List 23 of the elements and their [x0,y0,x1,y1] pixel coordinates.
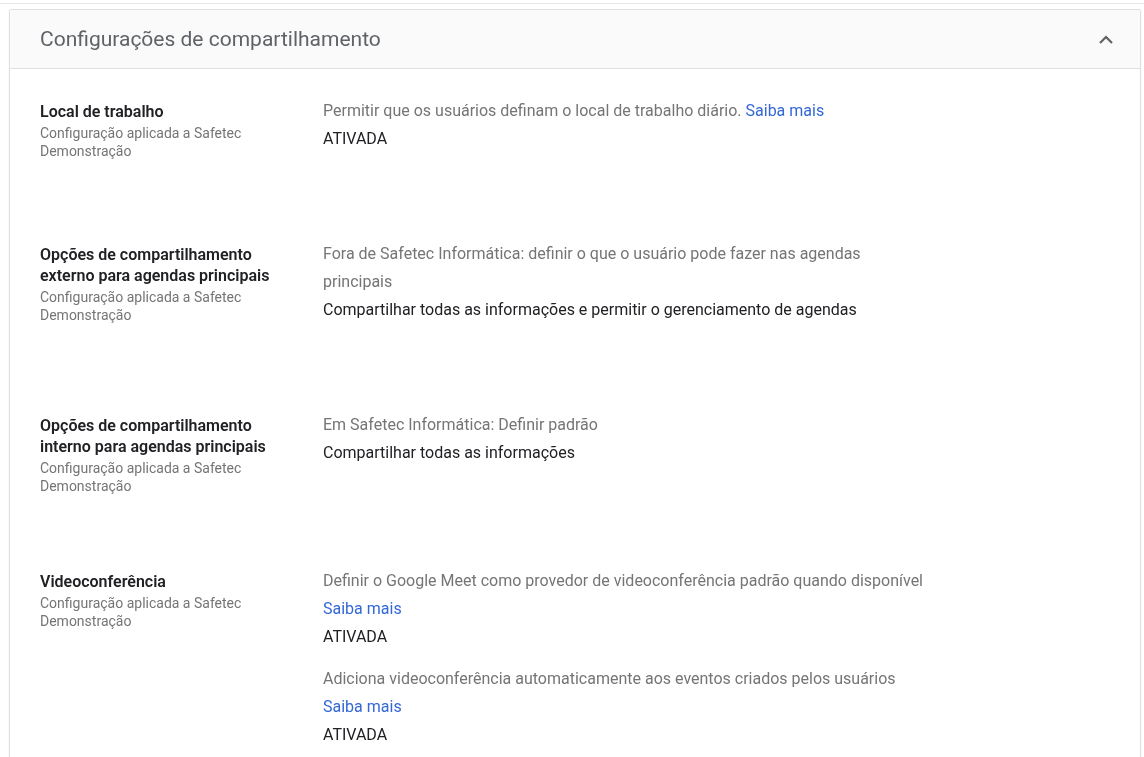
setting-name: Opções de compartilhamento interno para agendas principais [40,415,267,457]
setting-description: Fora de Safetec Informática: definir o que o usuário pode fazer nas agendas principais [323,243,862,293]
setting-value: ATIVADA [323,626,389,648]
setting-description: Adiciona videoconferência automaticamente aos eventos criados pelos usuários Saiba mais [323,668,897,718]
setting-scope: Configuração aplicada a Safetec Demonstração [40,594,243,630]
learn-more-link[interactable]: Saiba mais [323,599,402,618]
setting-scope: Configuração aplicada a Safetec Demonstração [40,288,243,324]
setting-name: Videoconferência [40,571,167,592]
setting-value: ATIVADA [323,128,389,150]
panel-title: Configurações de compartilhamento [40,27,381,51]
setting-name: Local de trabalho [40,101,165,122]
setting-description: Definir o Google Meet como provedor de videoconferência padrão quando disponível Saiba mais [323,570,923,620]
setting-value: ATIVADA [323,724,389,746]
setting-scope: Configuração aplicada a Safetec Demonstração [40,124,243,160]
learn-more-link[interactable]: Saiba mais [323,697,402,716]
caret-icon [1098,34,1114,44]
setting-value: Compartilhar todas as informações e permitir o gerenciamento de agendas [323,299,858,321]
setting-description: Permitir que os usuários definam o local de trabalho diário. Saiba mais [323,100,826,122]
setting-name: Opções de compartilhamento externo para agendas principais [40,244,271,286]
setting-scope: Configuração aplicada a Safetec Demonstração [40,459,243,495]
learn-more-link[interactable]: Saiba mais [745,101,825,120]
setting-value: Compartilhar todas as informações [323,442,576,464]
setting-description: Em Safetec Informática: Definir padrão [323,414,599,436]
